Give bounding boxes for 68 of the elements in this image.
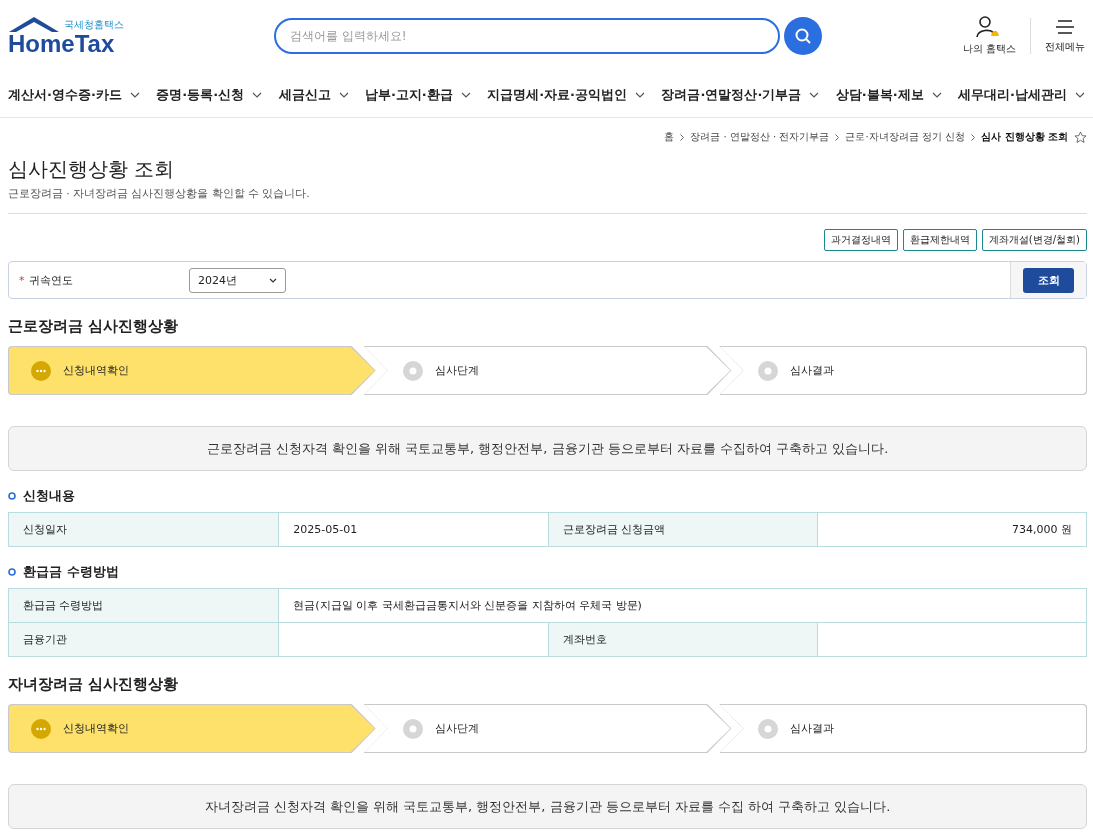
search-field[interactable]: 검색어를 입력하세요! xyxy=(274,18,780,54)
ellipsis-icon xyxy=(31,360,51,381)
chevron-down-icon xyxy=(460,91,471,98)
my-hometax-link[interactable]: 나의 홈택스 xyxy=(962,16,1016,56)
nav-menu-item[interactable]: 상담·불복·제보 xyxy=(835,85,942,104)
circle-icon xyxy=(402,360,423,381)
house-roof-icon xyxy=(8,16,60,32)
circle-icon xyxy=(758,360,779,381)
chevron-right-icon xyxy=(835,133,840,141)
year-select[interactable]: 2024년 xyxy=(189,267,286,293)
table-header-cell: 신청일자 xyxy=(9,513,279,546)
field-label: 귀속연도 xyxy=(28,273,73,287)
nav-menu-item[interactable]: 계산서·영수증·카드 xyxy=(8,85,140,104)
circle-icon xyxy=(402,718,423,739)
section-title: 근로장려금 심사진행상황 xyxy=(8,317,180,336)
step-label: 심사결과 xyxy=(790,721,835,736)
notice-message: 근로장려금 신청자격 확인을 위해 국토교통부, 행정안전부, 금융기관 등으로부터 자료를 수집하여 구축하고 있습니다. xyxy=(8,426,1087,471)
chevron-down-icon xyxy=(931,91,942,98)
action-button[interactable]: 과거결정내역 xyxy=(823,229,898,251)
chevron-right-icon xyxy=(971,133,976,141)
step-label: 심사단계 xyxy=(434,363,479,378)
nav-menu-item[interactable]: 세금신고 xyxy=(278,85,349,104)
star-icon[interactable] xyxy=(1074,130,1087,144)
breadcrumb-link[interactable]: 근로·자녀장려금 정기 신청 xyxy=(845,130,966,144)
chevron-down-icon xyxy=(809,91,820,98)
step-label: 심사단계 xyxy=(434,721,479,736)
search-button[interactable] xyxy=(784,17,822,55)
action-button[interactable]: 환급제한내역 xyxy=(902,229,977,251)
table-header-cell: 계좌번호 xyxy=(547,623,817,656)
nav-menu-item[interactable]: 장려금·연말정산·기부금 xyxy=(661,85,820,104)
chevron-right-icon xyxy=(680,133,685,141)
table-header-cell: 근로장려금 신청금액 xyxy=(547,513,817,546)
circle-icon xyxy=(758,718,779,739)
section-title: 자녀장려금 심사진행상황 xyxy=(8,675,180,694)
page-subtitle: 근로장려금 · 자녀장려금 심사진행상황을 확인할 수 있습니다. xyxy=(8,187,1087,214)
table-title: 환급금 수령방법 xyxy=(23,563,119,581)
breadcrumb-link[interactable]: 심사 진행상황 조회 xyxy=(981,130,1068,144)
page-title: 심사진행상황 조회 xyxy=(8,156,176,183)
action-button[interactable]: 계좌개설(변경/철회) xyxy=(981,229,1087,251)
menu-link[interactable]: 전체메뉴 xyxy=(1030,18,1085,54)
chevron-down-icon xyxy=(252,91,263,98)
notice-message: 자녀장려금 신청자격 확인을 위해 국토교통부, 행정안전부, 금융기관 등으로부터 자료를 수집 하여 구축하고 있습니다. xyxy=(8,784,1087,829)
chevron-down-icon xyxy=(129,91,140,98)
chevron-down-icon xyxy=(338,91,349,98)
chevron-down-icon xyxy=(1074,91,1085,98)
ellipsis-icon xyxy=(31,718,51,739)
menu-icon xyxy=(1055,18,1075,36)
table-header-cell: 금융기관 xyxy=(9,623,279,656)
breadcrumb-link[interactable]: 장려금 · 연말정산 · 전자기부금 xyxy=(690,130,830,144)
breadcrumb-link[interactable]: 홈 xyxy=(664,130,675,144)
chevron-down-icon xyxy=(269,277,277,283)
search-icon xyxy=(794,27,812,45)
bullet-icon xyxy=(8,568,16,576)
step-label: 신청내역확인 xyxy=(63,721,129,736)
bullet-icon xyxy=(8,492,16,500)
logo-caption: 국세청홈택스 xyxy=(64,18,124,32)
required-mark: * xyxy=(19,273,25,287)
table-title: 신청내용 xyxy=(23,487,75,505)
table-header-cell: 환급금 수령방법 xyxy=(9,589,279,622)
chevron-down-icon xyxy=(635,91,646,98)
logo-text: HomeTax xyxy=(8,32,115,56)
nav-menu-item[interactable]: 지급명세·자료·공익법인 xyxy=(487,85,646,104)
nav-menu-item[interactable]: 납부·고지·환급 xyxy=(364,85,471,104)
search-submit-button[interactable]: 조회 xyxy=(1023,267,1074,293)
nav-menu-item[interactable]: 증명·등록·신청 xyxy=(156,85,263,104)
step-label: 신청내역확인 xyxy=(63,363,129,378)
step-label: 심사결과 xyxy=(790,363,835,378)
nav-menu-item[interactable]: 세무대리·납세관리 xyxy=(957,85,1085,104)
